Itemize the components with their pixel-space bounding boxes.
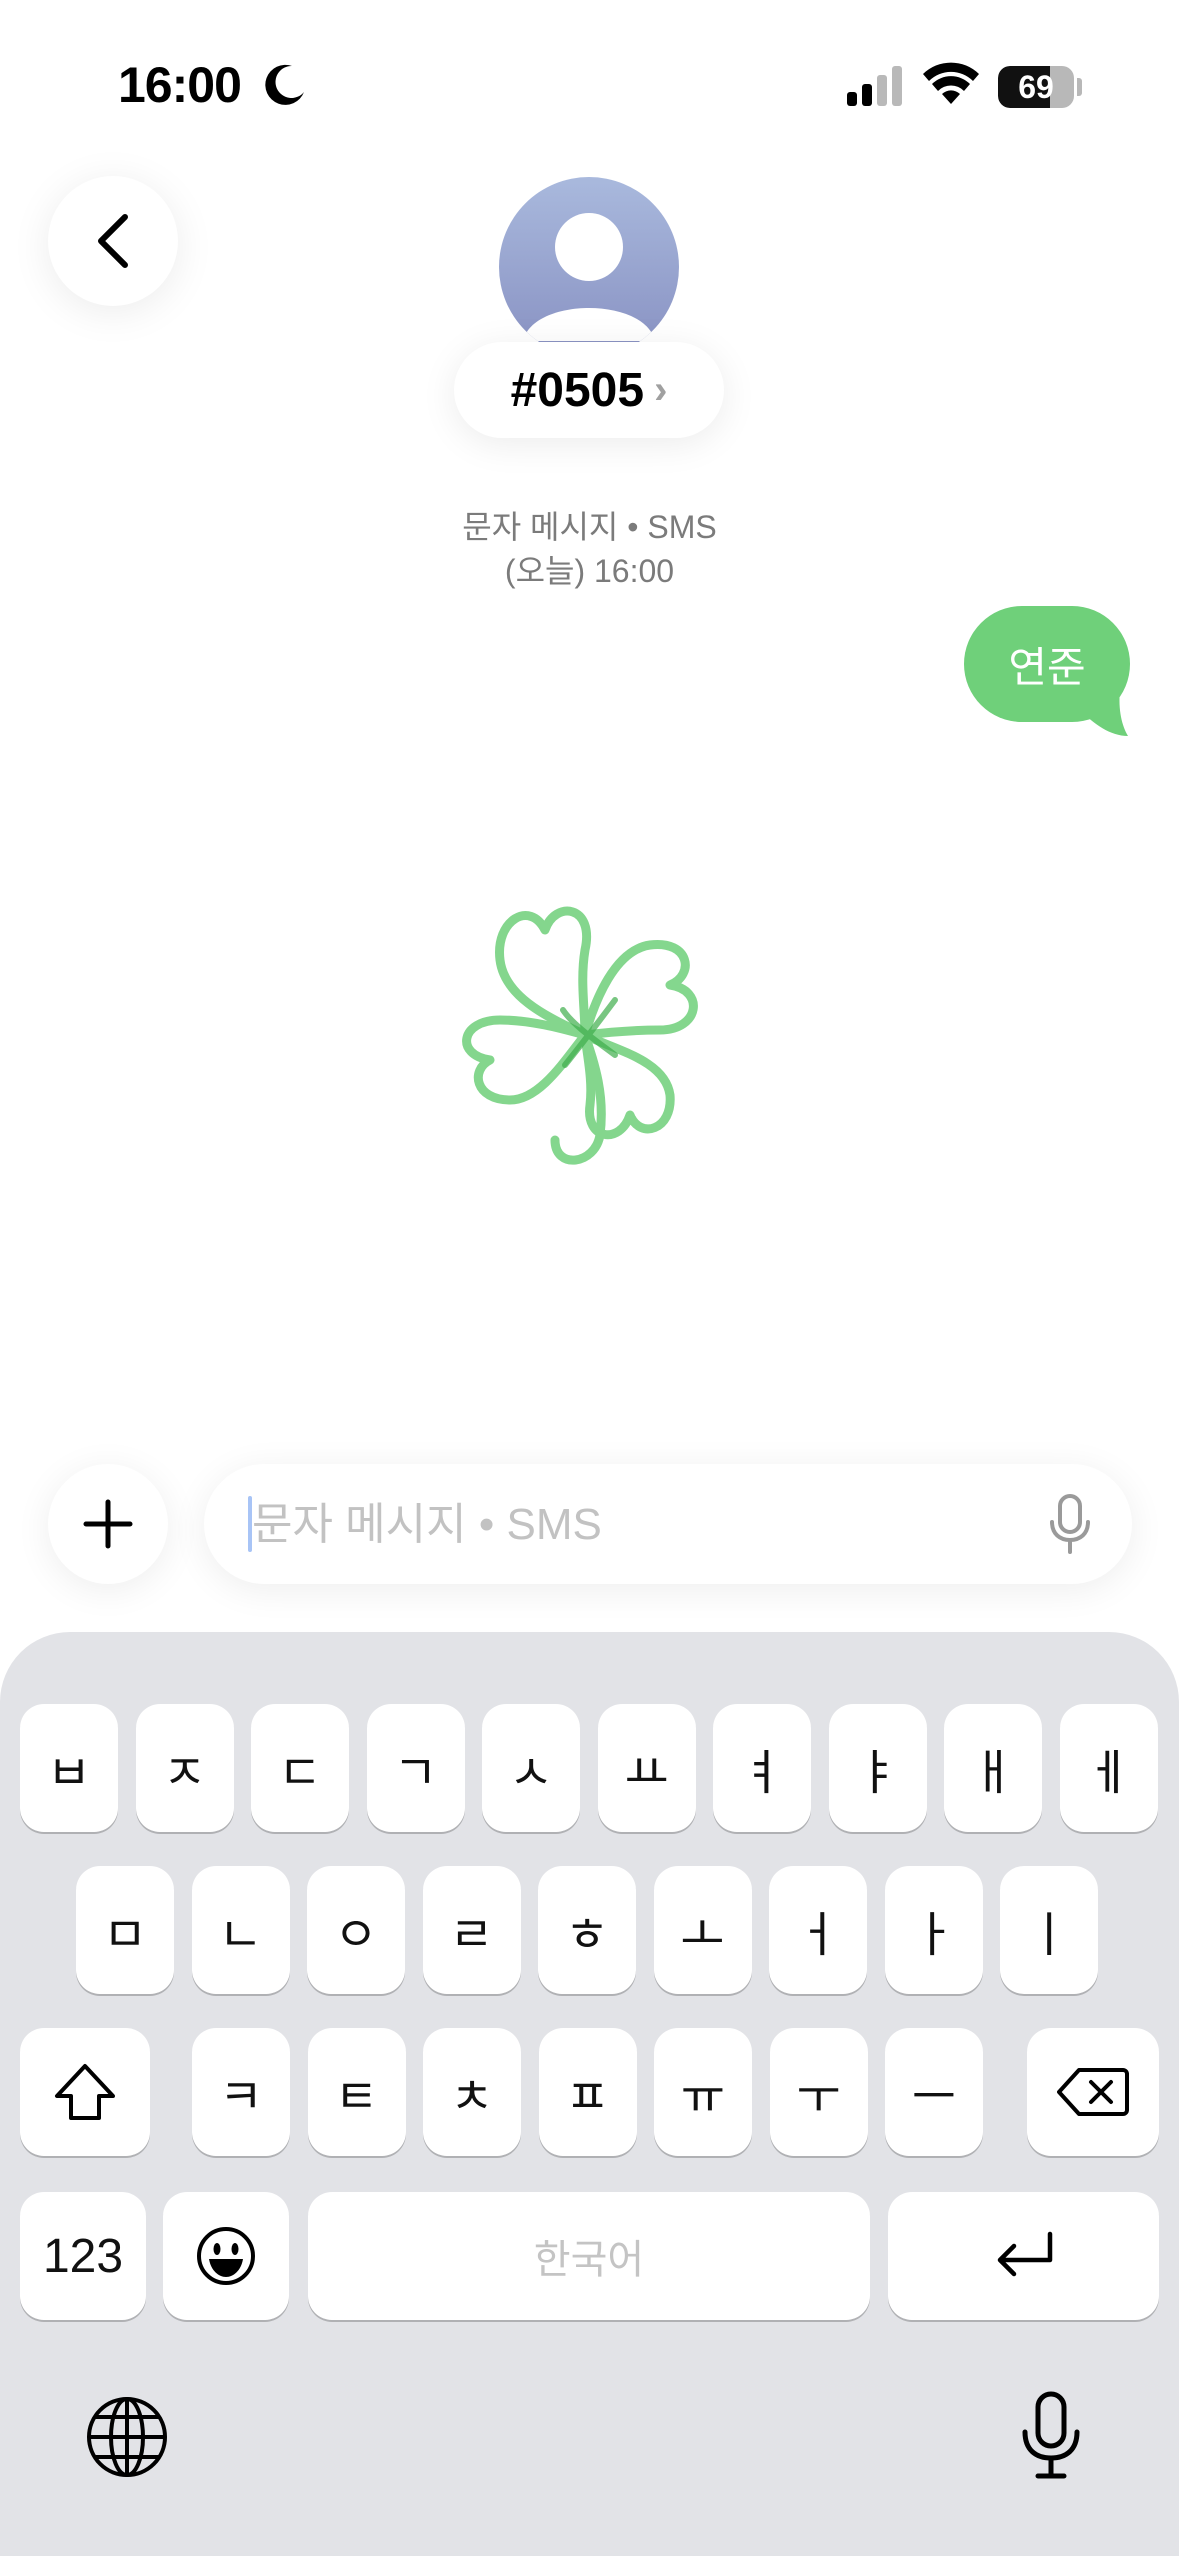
chevron-left-icon — [98, 214, 128, 268]
delete-key[interactable] — [1027, 2028, 1159, 2156]
message-input-container — [204, 1464, 1132, 1586]
messages-screen: 16:00 69 #0505 › 문자 메시지 • SMS (오늘) 16:00 — [0, 0, 1179, 2556]
key-row1-9[interactable]: ㅔ — [1059, 1704, 1158, 1832]
key-row3-3[interactable]: ㅍ — [538, 2028, 637, 2156]
key-row1-1[interactable]: ㅈ — [135, 1704, 234, 1832]
key-row2-6[interactable]: ㅓ — [769, 1866, 867, 1994]
key-row2-0[interactable]: ㅁ — [76, 1866, 174, 1994]
key-row1-3[interactable]: ㄱ — [366, 1704, 465, 1832]
key-row3-5[interactable]: ㅜ — [769, 2028, 868, 2156]
key-row2-8[interactable]: ㅣ — [1000, 1866, 1098, 1994]
key-row2-5[interactable]: ㅗ — [653, 1866, 752, 1994]
shift-key[interactable] — [20, 2028, 150, 2156]
emoji-icon — [197, 2227, 255, 2285]
key-row3-6[interactable]: ㅡ — [885, 2028, 983, 2156]
message-text: 연준 — [1008, 643, 1086, 691]
key-row1-2[interactable]: ㄷ — [251, 1704, 349, 1832]
key-row3-1[interactable]: ㅌ — [307, 2028, 406, 2156]
key-row3-0[interactable]: ㅋ — [192, 2028, 290, 2156]
space-key[interactable]: 한국어 — [308, 2192, 870, 2320]
conversation-timestamp: (오늘) 16:00 — [504, 553, 675, 589]
shift-icon — [55, 2064, 115, 2120]
space-key-label: 한국어 — [533, 2238, 645, 2282]
key-row1-4[interactable]: ㅅ — [482, 1704, 580, 1832]
battery-indicator: 69 — [998, 66, 1074, 108]
key-row1-0[interactable]: ㅂ — [20, 1704, 118, 1832]
key-row2-3[interactable]: ㄹ — [422, 1866, 521, 1994]
battery-nub — [1077, 78, 1082, 96]
key-row2-4[interactable]: ㅎ — [538, 1866, 636, 1994]
key-row3-4[interactable]: ㅠ — [654, 2028, 752, 2156]
cellular-signal-icon — [847, 66, 902, 106]
numbers-key[interactable]: 123 — [20, 2192, 146, 2320]
key-row1-8[interactable]: ㅐ — [944, 1704, 1042, 1832]
back-button[interactable] — [48, 176, 178, 306]
key-row3-2[interactable]: ㅊ — [423, 2028, 521, 2156]
conversation-type-label: 문자 메시지 • SMS — [462, 509, 717, 545]
key-row1-7[interactable]: ㅑ — [828, 1704, 927, 1832]
microphone-icon[interactable] — [1048, 1494, 1092, 1554]
return-key[interactable] — [888, 2192, 1159, 2320]
dictation-microphone-icon[interactable] — [1020, 2390, 1082, 2480]
person-icon — [523, 213, 655, 341]
status-time: 16:00 — [118, 57, 242, 113]
key-row2-2[interactable]: ㅇ — [307, 1866, 405, 1994]
add-attachment-button[interactable] — [48, 1464, 168, 1584]
wifi-icon — [923, 62, 979, 104]
handwriting-sketch-message[interactable] — [445, 890, 730, 1180]
emoji-key[interactable] — [163, 2192, 289, 2320]
key-row1-5[interactable]: ㅛ — [597, 1704, 696, 1832]
message-input[interactable] — [250, 1464, 1014, 1586]
plus-icon — [83, 1499, 133, 1549]
contact-name: #0505 — [510, 363, 645, 417]
key-row1-6[interactable]: ㅕ — [713, 1704, 811, 1832]
battery-level: 69 — [1018, 68, 1054, 105]
key-row2-1[interactable]: ㄴ — [191, 1866, 290, 1994]
bubble-tail — [1080, 690, 1128, 736]
key-row2-7[interactable]: ㅏ — [884, 1866, 983, 1994]
chevron-right-icon: › — [654, 367, 668, 412]
return-icon — [997, 2231, 1052, 2277]
globe-icon[interactable] — [86, 2396, 168, 2478]
contact-avatar[interactable] — [499, 177, 679, 357]
delete-icon — [1057, 2068, 1129, 2116]
moon-icon — [265, 64, 304, 105]
contact-name-button[interactable]: #0505 › — [454, 342, 724, 438]
